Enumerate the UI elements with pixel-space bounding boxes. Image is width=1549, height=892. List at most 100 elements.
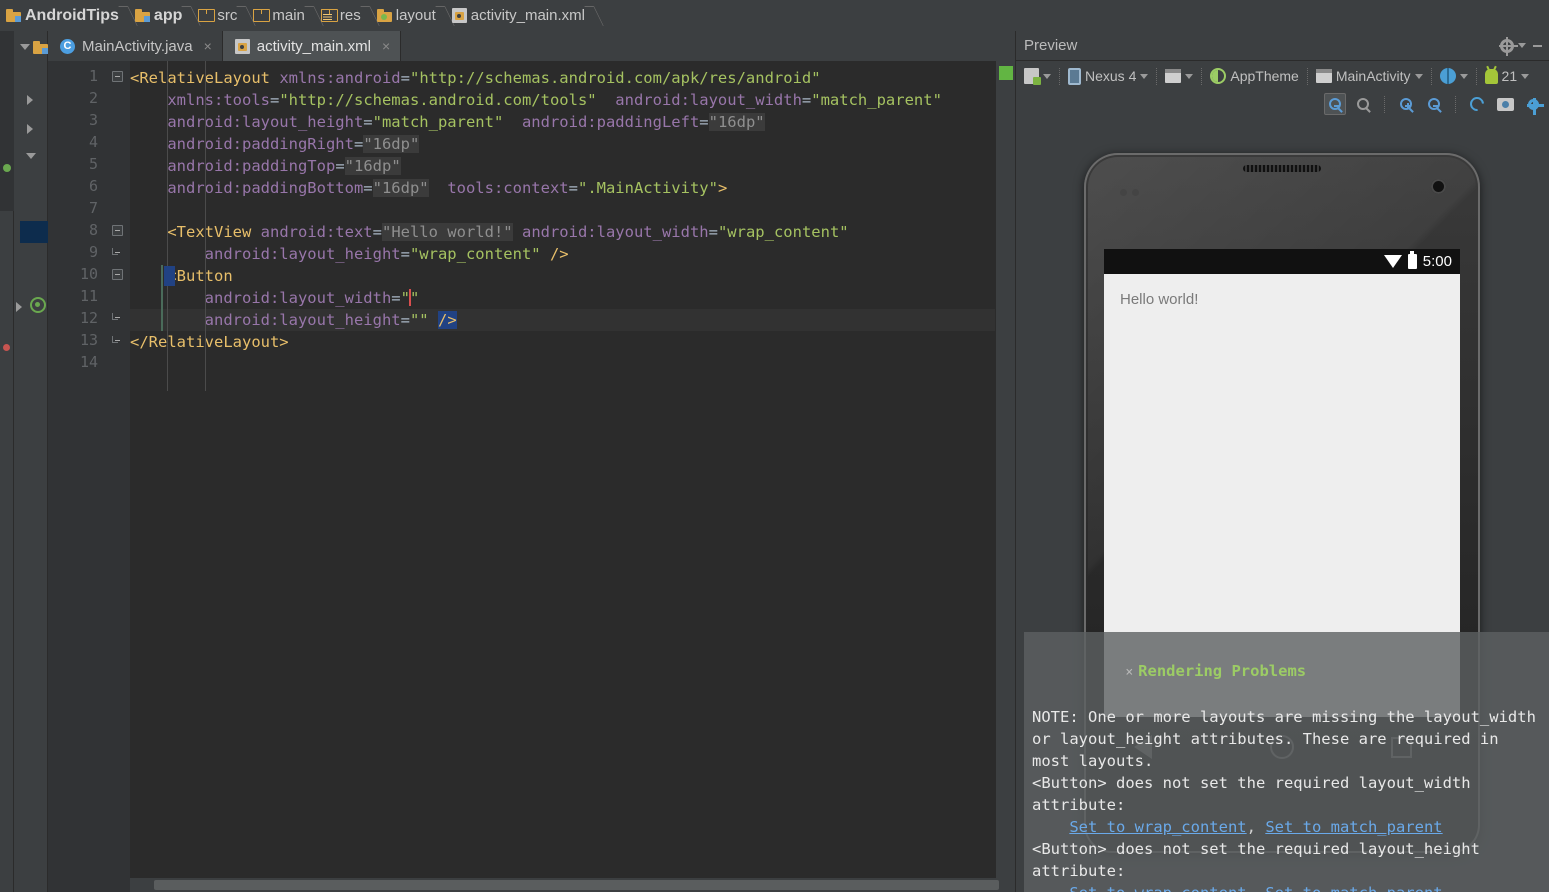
chevron-down-icon[interactable] [1518, 43, 1526, 48]
breadcrumb-item-label: res [339, 7, 361, 24]
quickfix-link[interactable]: Set to wrap_content [1069, 884, 1246, 892]
xml-file-icon [234, 38, 250, 54]
code-line[interactable]: android:layout_height="wrap_content" /> [130, 243, 569, 265]
code-line[interactable]: android:paddingBottom="16dp" tools:conte… [130, 177, 727, 199]
run-gutter-icon[interactable] [30, 297, 46, 313]
line-number: 6 [88, 177, 98, 195]
preview-toolbar-android-api-icon[interactable]: 21 [1484, 68, 1530, 84]
expand-arrow-icon[interactable] [27, 95, 33, 105]
breadcrumb-item-layout[interactable]: layout [375, 0, 438, 31]
zoom-out-icon[interactable] [1423, 93, 1445, 115]
minimize-icon[interactable] [1533, 44, 1542, 47]
chevron-down-icon[interactable] [1521, 73, 1530, 79]
line-number: 9 [88, 243, 98, 261]
preview-toolbar-theme-icon[interactable]: AppTheme [1210, 68, 1299, 84]
chevron-down-icon[interactable] [1185, 73, 1194, 79]
chevron-down-icon[interactable] [1043, 73, 1051, 79]
project-tool-tab[interactable] [0, 31, 14, 211]
breadcrumb-separator-icon [307, 0, 319, 31]
left-tool-strip [0, 31, 14, 892]
code-token: tools:context [447, 179, 569, 197]
breadcrumb-item-main[interactable]: main [251, 0, 307, 31]
rendering-problems-body: NOTE: One or more layouts are missing th… [1032, 706, 1542, 892]
close-icon[interactable]: × [204, 38, 212, 54]
code-line[interactable]: android:paddingTop="16dp" [130, 155, 401, 177]
preview-toolbar-phone-icon[interactable]: Nexus 4 [1068, 67, 1149, 85]
code-line[interactable]: android:layout_height="match_parent" and… [130, 111, 765, 133]
preview-toolbar-locale-globe-icon[interactable] [1439, 68, 1468, 84]
fold-toggle-icon[interactable] [112, 71, 123, 82]
fold-toggle-icon[interactable] [112, 336, 120, 343]
code-line[interactable]: <RelativeLayout xmlns:android="http://sc… [130, 67, 821, 89]
breadcrumb-separator-icon [121, 0, 133, 31]
quickfix-link[interactable]: Set to match_parent [1265, 884, 1442, 892]
fold-toggle-icon[interactable] [112, 225, 123, 236]
gear-icon[interactable] [1498, 37, 1518, 56]
screenshot-icon[interactable] [1494, 93, 1516, 115]
code-folding-column[interactable] [106, 61, 130, 892]
chevron-down-icon[interactable] [1140, 73, 1149, 79]
fold-toggle-icon[interactable] [112, 313, 120, 320]
preview-toolbar-device-screen-icon[interactable] [1024, 68, 1051, 85]
editor-tab-mainactivity-java[interactable]: MainActivity.java × [48, 31, 223, 61]
zoom-actual-size-icon[interactable] [1352, 93, 1374, 115]
code-line[interactable]: android:layout_height="" /> [130, 309, 1015, 331]
zoom-in-icon[interactable] [1395, 93, 1417, 115]
code-line[interactable]: android:paddingRight="16dp" [130, 133, 420, 155]
line-number: 14 [79, 353, 98, 371]
breadcrumb-item-activity-main-xml[interactable]: activity_main.xml [450, 0, 587, 31]
android-status-bar: 5:00 [1104, 249, 1460, 274]
scrollbar-thumb[interactable] [154, 880, 999, 890]
breadcrumb-item-label: activity_main.xml [470, 7, 585, 24]
expand-arrow-icon[interactable] [16, 302, 22, 312]
quickfix-link[interactable]: Set to wrap_content [1069, 818, 1246, 836]
refresh-icon[interactable] [1466, 93, 1488, 115]
editor-tab-activity-main-xml[interactable]: activity_main.xml × [222, 31, 402, 61]
project-tree-pane[interactable] [14, 31, 54, 892]
breadcrumb-item-app[interactable]: app [133, 0, 184, 31]
zoom-to-fit-icon[interactable] [1324, 93, 1346, 115]
inspection-status-icon[interactable] [999, 66, 1013, 80]
fold-toggle-icon[interactable] [112, 269, 123, 280]
code-token: /> [549, 245, 569, 263]
editor-horizontal-scrollbar[interactable] [130, 878, 1015, 892]
preview-toolbar-orientation-icon[interactable] [1165, 69, 1194, 83]
android-studio-window: AndroidTips app src main res layout activity_m… [0, 0, 1549, 892]
rendering-problems-title-row: × Rendering Problems [1032, 638, 1542, 706]
preview-toolbar-label: 21 [1501, 68, 1518, 84]
code-line[interactable]: <Button [130, 265, 232, 287]
chevron-down-icon[interactable] [1459, 73, 1468, 79]
editor-marker-bar[interactable] [995, 61, 1015, 892]
breadcrumb-item-androidtips[interactable]: AndroidTips [4, 0, 121, 31]
code-line[interactable]: <TextView android:text="Hello world!" an… [130, 221, 849, 243]
rendering-problems-title: Rendering Problems [1138, 662, 1307, 680]
breadcrumb-item-label: main [272, 7, 305, 24]
preview-toolbar-activity-icon[interactable]: MainActivity [1315, 68, 1423, 84]
code-line[interactable]: </RelativeLayout> [130, 331, 289, 353]
preview-settings-icon[interactable] [1522, 93, 1544, 115]
code-content[interactable]: <RelativeLayout xmlns:android="http://sc… [130, 61, 1015, 892]
collapse-arrow-icon[interactable] [26, 153, 36, 159]
line-number: 4 [88, 133, 98, 151]
java-class-icon [60, 38, 75, 54]
close-icon[interactable]: × [1125, 665, 1133, 680]
breadcrumb-item-label: layout [395, 7, 436, 24]
close-icon[interactable]: × [382, 38, 390, 54]
code-token: android:layout_height [204, 245, 401, 263]
folder-icon [198, 9, 216, 22]
preview-toolbar-label: Nexus 4 [1085, 68, 1137, 84]
breadcrumb-item-src[interactable]: src [196, 0, 239, 31]
code-line[interactable]: xmlns:tools="http://schemas.android.com/… [130, 89, 942, 111]
wifi-icon [1383, 255, 1402, 268]
breadcrumb-item-res[interactable]: res [319, 0, 363, 31]
activity-icon [1315, 69, 1332, 83]
quickfix-link[interactable]: Set to match_parent [1265, 818, 1442, 836]
collapse-arrow-icon[interactable] [20, 44, 30, 50]
fold-toggle-icon[interactable] [112, 248, 120, 255]
code-line[interactable]: android:layout_width="" [130, 287, 419, 309]
xml-file-icon [451, 8, 467, 23]
expand-arrow-icon[interactable] [27, 124, 33, 134]
chevron-down-icon[interactable] [1414, 73, 1423, 79]
